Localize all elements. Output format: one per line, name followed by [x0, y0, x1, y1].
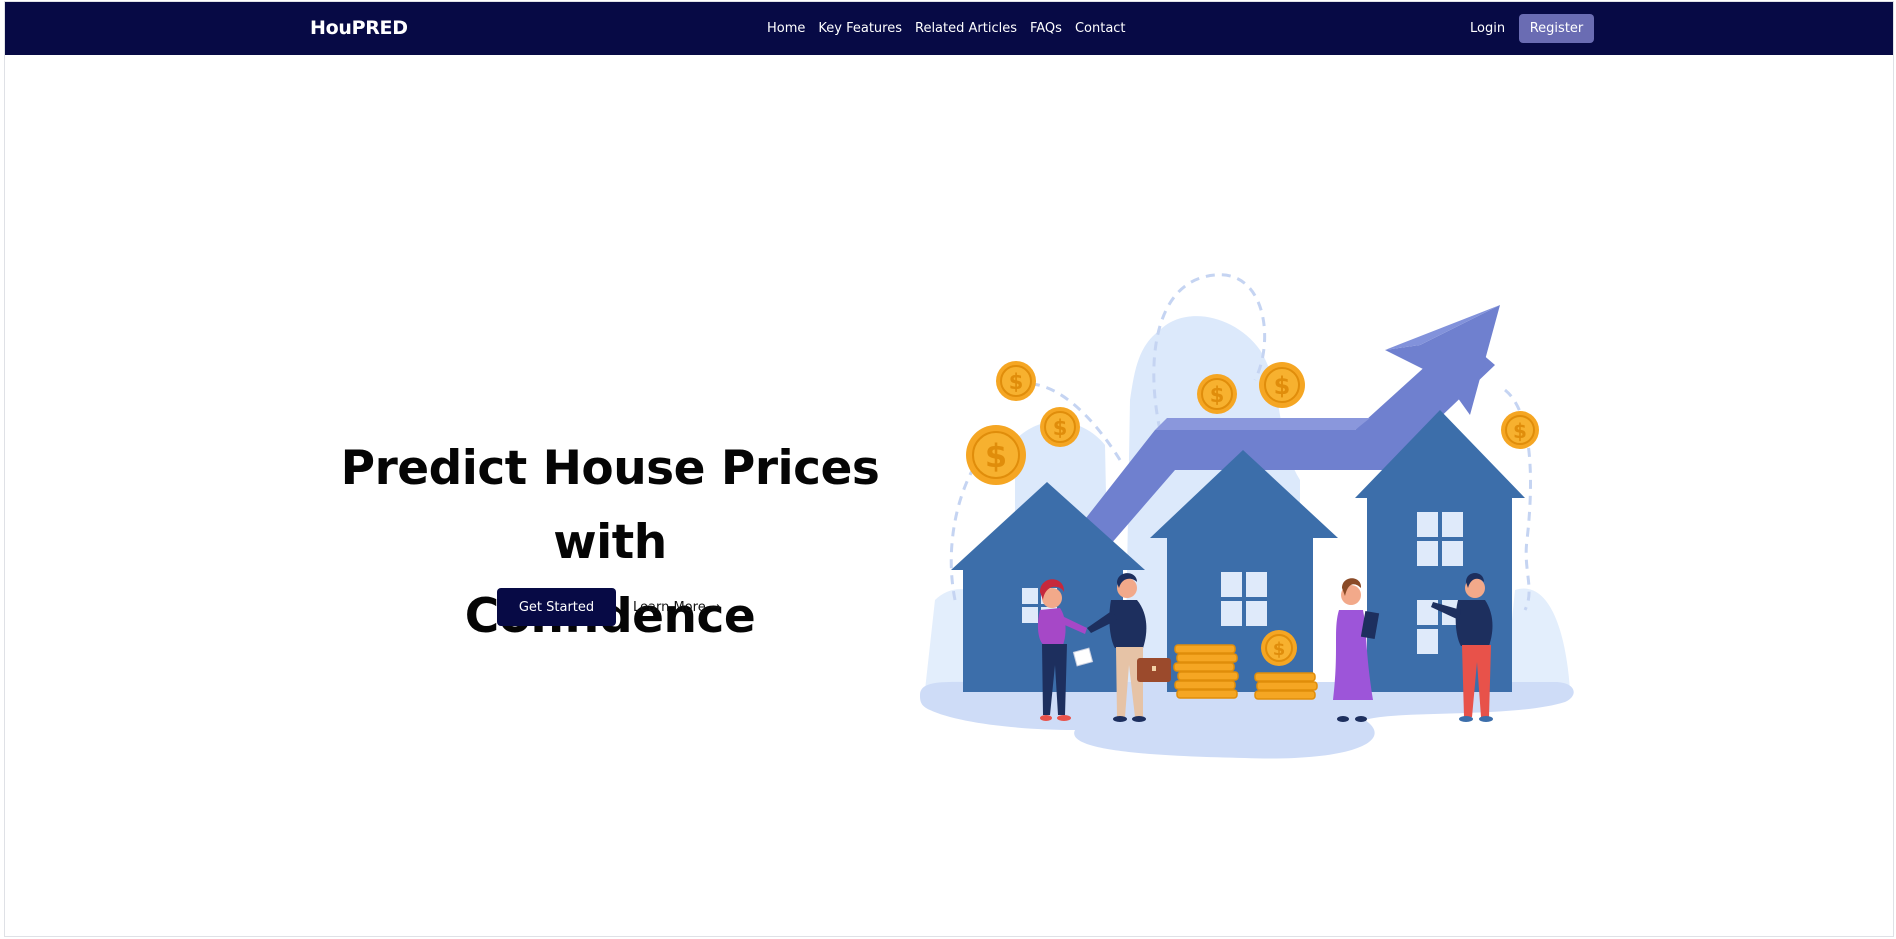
register-button[interactable]: Register: [1519, 14, 1594, 43]
houses-price-growth-illustration: $ $ $ $ $ $ $: [920, 273, 1574, 759]
svg-text:$: $: [985, 437, 1007, 475]
browser-page: HouPRED Home Key Features Related Articl…: [4, 1, 1894, 937]
login-link[interactable]: Login: [1470, 21, 1505, 36]
coin-icon: $: [966, 425, 1026, 485]
svg-text:$: $: [1009, 370, 1024, 394]
nav-link-key-features[interactable]: Key Features: [818, 21, 902, 36]
nav-link-contact[interactable]: Contact: [1075, 21, 1126, 36]
top-navbar: HouPRED Home Key Features Related Articl…: [5, 2, 1893, 55]
get-started-button[interactable]: Get Started: [497, 588, 616, 626]
nav-link-faqs[interactable]: FAQs: [1030, 21, 1062, 36]
svg-text:$: $: [1513, 419, 1527, 443]
svg-text:$: $: [1210, 383, 1225, 407]
nav-link-home[interactable]: Home: [767, 21, 805, 36]
svg-text:$: $: [1273, 639, 1286, 660]
nav-links: Home Key Features Related Articles FAQs …: [767, 21, 1126, 36]
svg-text:$: $: [1053, 416, 1068, 440]
coin-icon: $: [1261, 630, 1297, 666]
brand-logo[interactable]: HouPRED: [310, 17, 408, 39]
nav-link-related-articles[interactable]: Related Articles: [915, 21, 1017, 36]
coin-icon: $: [996, 361, 1036, 401]
svg-text:$: $: [1274, 372, 1291, 400]
hero-title-line-1: Predict House Prices with: [340, 441, 880, 570]
coin-icon: $: [1040, 407, 1080, 447]
learn-more-link[interactable]: Learn More →: [633, 600, 721, 615]
coin-icon: $: [1501, 411, 1539, 449]
coin-icon: $: [1259, 362, 1305, 408]
coin-icon: $: [1197, 374, 1237, 414]
